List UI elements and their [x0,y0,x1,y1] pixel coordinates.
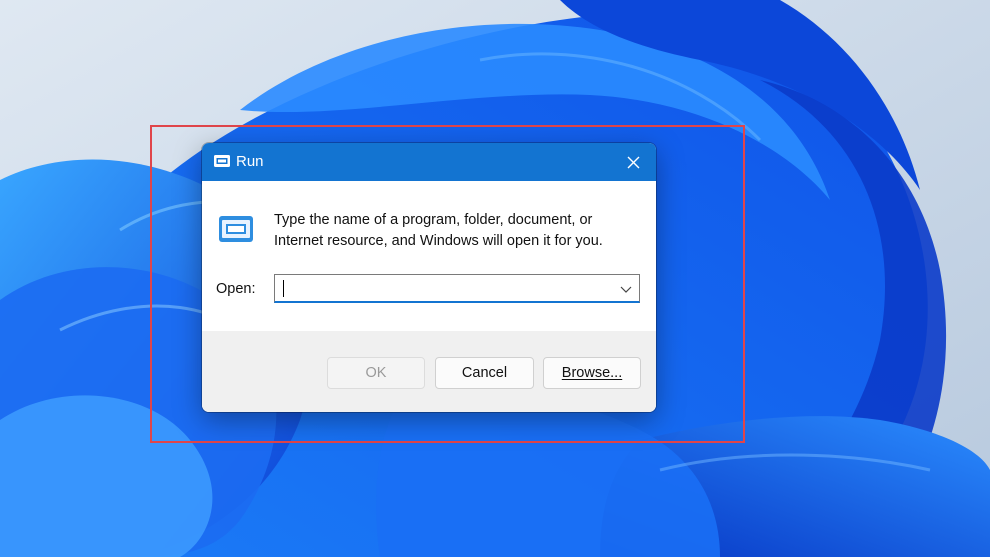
close-icon [627,156,639,168]
cancel-button[interactable]: Cancel [435,357,534,389]
close-button[interactable] [610,143,656,181]
ok-button[interactable]: OK [327,357,425,389]
run-app-icon [219,216,253,242]
text-caret [283,280,284,297]
browse-button-label: Browse... [561,365,623,381]
open-label: Open: [216,281,256,297]
dialog-title: Run [236,153,264,170]
dialog-body: Type the name of a program, folder, docu… [202,181,656,331]
run-app-icon [214,155,230,167]
dialog-description: Type the name of a program, folder, docu… [274,212,603,249]
open-input[interactable] [274,274,640,303]
run-dialog: Run Type the name of a program, folder, … [202,143,656,412]
title-bar[interactable]: Run [202,143,656,181]
chevron-down-icon[interactable] [619,282,633,296]
dialog-footer: OK Cancel Browse... [202,331,656,412]
browse-button[interactable]: Browse... [543,357,641,389]
